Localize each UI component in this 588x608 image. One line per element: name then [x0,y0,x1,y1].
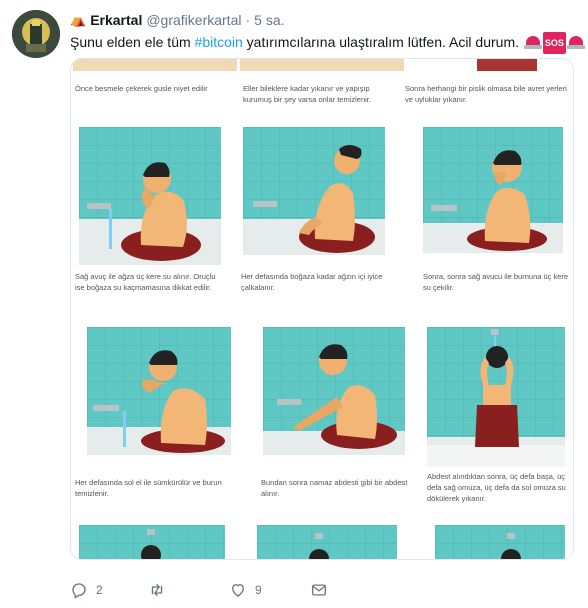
partial-illustration [240,59,404,71]
caption: Her defasında boğaza kadar ağzın içi iyi… [241,272,383,292]
avatar[interactable] [12,10,60,58]
image-top-strip: Önce besmele çekerek gusle niyet edilir … [71,59,573,121]
tweet-text-end: yatırımcılarına ulaştıralım lütfen. Acil… [242,34,523,50]
direct-message-button[interactable] [310,581,328,599]
tweet-text: Şunu elden ele tüm #bitcoin yatırımcılar… [70,32,585,54]
sos-emoji: SOS [542,32,566,54]
tweet-image[interactable]: Önce besmele çekerek gusle niyet edilir … [70,58,574,560]
caption: Bundan sonra namaz abdesti gibi bir abde… [261,478,408,498]
police-light-icon [566,35,586,49]
caption: Sonra, sonra sağ avucu ile burnuna üç ke… [423,272,569,292]
envelope-icon [311,584,327,596]
reply-button[interactable]: 2 [70,581,103,599]
police-light-icon [523,35,543,49]
caption: Sonra herhangi bir pislik olmasa bile av… [405,84,567,104]
partial-illustration [73,59,237,71]
caption: Abdest alındıktan sonra, üç defa başa, ü… [427,472,566,503]
tweet-header: ⛺ Erkartal @grafikerkartal · 5 sa. [70,10,285,30]
image-bottom-strip [71,517,573,559]
separator: · [245,12,251,28]
tent-emoji: ⛺ [70,12,87,27]
illustration-ablution [263,327,405,455]
heart-icon [232,584,244,597]
author-handle[interactable]: @grafikerkartal [146,12,241,28]
reply-count: 2 [96,583,103,597]
partial-illustration [435,525,565,559]
caption: Sağ avuç ile ağza üç kere su alınır. Oru… [75,272,216,292]
reply-icon [72,583,86,599]
partial-illustration [477,59,537,71]
retweet-icon [151,584,163,596]
image-row-1: Sağ avuç ile ağza üç kere su alınır. Oru… [71,121,573,321]
partial-illustration [79,525,225,559]
illustration-blow-nose [87,327,231,455]
illustration-gargle [243,127,385,255]
illustration-mouth-rinse [79,127,221,265]
hashtag-link[interactable]: #bitcoin [195,34,243,50]
like-count: 9 [255,583,262,597]
tweet[interactable]: ⛺ Erkartal @grafikerkartal · 5 sa. Şunu … [0,0,588,608]
like-button[interactable]: 9 [229,581,262,599]
illustration-pour-water [427,327,565,467]
caption: Önce besmele çekerek gusle niyet edilir [75,84,208,93]
image-row-2: Her defasında sol el ile sümkürülür ve b… [71,321,573,517]
partial-illustration [257,525,397,559]
caption: Eller bileklere kadar yıkanır ve yapışıp… [243,84,371,104]
author-name[interactable]: Erkartal [90,12,142,28]
caption: Her defasında sol el ile sümkürülür ve b… [75,478,222,498]
tweet-text-start: Şunu elden ele tüm [70,34,195,50]
retweet-button[interactable] [148,581,174,599]
illustration-nose-rinse [423,127,563,253]
timestamp[interactable]: 5 sa. [254,12,284,28]
